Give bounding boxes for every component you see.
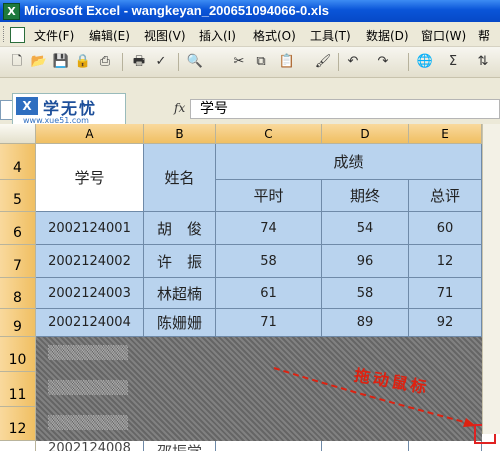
table-cell[interactable]: 71	[216, 309, 322, 337]
row-header-11[interactable]: 11	[0, 372, 36, 407]
autosum-icon[interactable]: Σ	[444, 53, 462, 71]
table-cell[interactable]	[216, 441, 322, 451]
row-header-7[interactable]: 7	[0, 245, 36, 278]
ghost-text: ▒▒▒▒▒▒▒▒	[48, 381, 128, 396]
cut-icon[interactable]: ✂	[230, 53, 248, 71]
toolbar-separator	[178, 53, 179, 71]
column-header-d[interactable]: D	[322, 124, 409, 144]
row-header-4[interactable]: 4	[0, 144, 36, 180]
row-header-6[interactable]: 6	[0, 212, 36, 245]
toolbar-separator	[338, 53, 339, 71]
header-cell-total[interactable]: 总评	[409, 180, 482, 212]
redo-icon[interactable]: ↷	[374, 53, 392, 71]
table-cell[interactable]: 许 振	[144, 245, 216, 278]
column-header-e[interactable]: E	[409, 124, 482, 144]
table-cell[interactable]: 74	[216, 212, 322, 245]
menu-grip-icon	[3, 26, 7, 42]
table-cell[interactable]: 92	[409, 309, 482, 337]
table-cell[interactable]: 2002124003	[36, 278, 144, 309]
table-cell[interactable]: 61	[216, 278, 322, 309]
research-icon[interactable]: 🔍	[186, 53, 204, 71]
formula-input[interactable]: 学号	[190, 99, 500, 119]
title-bar: X Microsoft Excel - wangkeyan_2006510940…	[0, 0, 500, 22]
watermark-logo: X 学无忧 www.xue51.com	[12, 93, 126, 127]
row-header-8[interactable]: 8	[0, 278, 36, 309]
undo-icon[interactable]: ↶	[344, 53, 362, 71]
excel-icon: X	[3, 3, 20, 20]
menu-view[interactable]: 视图(V)	[144, 27, 186, 44]
row-header-9[interactable]: 9	[0, 309, 36, 337]
hyperlink-icon[interactable]: 🌐	[416, 53, 434, 71]
row-header-10[interactable]: 10	[0, 337, 36, 372]
paste-icon[interactable]: 📋	[278, 53, 296, 71]
header-cell-score[interactable]: 成绩	[216, 144, 482, 180]
table-cell[interactable]: 2002124008	[36, 441, 144, 451]
table-cell[interactable]: 54	[322, 212, 409, 245]
ghost-text: ▒▒▒▒▒▒▒▒	[48, 346, 128, 361]
menu-bar: 文件(F) 编辑(E) 视图(V) 插入(I) 格式(O) 工具(T) 数据(D…	[0, 22, 500, 47]
row-header-12[interactable]: 12	[0, 407, 36, 441]
table-cell[interactable]: 12	[409, 245, 482, 278]
copy-icon[interactable]: ⧉	[252, 53, 270, 71]
table-cell[interactable]: 胡 俊	[144, 212, 216, 245]
table-cell[interactable]: 58	[216, 245, 322, 278]
menu-data[interactable]: 数据(D)	[366, 27, 409, 44]
menu-edit[interactable]: 编辑(E)	[89, 27, 130, 44]
save-icon[interactable]: 💾	[52, 53, 70, 71]
open-icon[interactable]: 📂	[30, 53, 48, 71]
print-preview-icon[interactable]: 🖶	[130, 53, 148, 71]
print-icon[interactable]: ⎙	[96, 53, 114, 71]
column-header-b[interactable]: B	[144, 124, 216, 144]
header-cell-regular[interactable]: 平时	[216, 180, 322, 212]
header-cell-final[interactable]: 期终	[322, 180, 409, 212]
vertical-scrollbar[interactable]	[482, 124, 500, 434]
window-title: Microsoft Excel - wangkeyan_200651094066…	[24, 3, 329, 18]
fx-icon[interactable]: fx	[174, 101, 185, 115]
table-cell[interactable]: 2002124002	[36, 245, 144, 278]
table-cell[interactable]: 2002124001	[36, 212, 144, 245]
table-cell[interactable]: 2002124004	[36, 309, 144, 337]
permission-icon[interactable]: 🔒	[74, 53, 92, 71]
table-cell[interactable]	[322, 441, 409, 451]
table-cell[interactable]: 58	[322, 278, 409, 309]
table-cell[interactable]: 60	[409, 212, 482, 245]
new-icon[interactable]: 🗋	[8, 53, 26, 71]
menu-help[interactable]: 帮	[478, 27, 490, 44]
menu-window[interactable]: 窗口(W)	[421, 27, 466, 44]
toolbar-separator	[408, 53, 409, 71]
sort-icon[interactable]: ⇅	[474, 53, 492, 71]
toolbar-separator	[122, 53, 123, 71]
table-cell[interactable]: 陈姗姗	[144, 309, 216, 337]
column-header-c[interactable]: C	[216, 124, 322, 144]
row-header-5[interactable]: 5	[0, 180, 36, 212]
header-cell-id[interactable]: 学号	[36, 144, 144, 212]
table-cell[interactable]: 71	[409, 278, 482, 309]
workbook-icon[interactable]	[10, 27, 25, 43]
column-header-a[interactable]: A	[36, 124, 144, 144]
menu-file[interactable]: 文件(F)	[34, 27, 74, 44]
row-header-13[interactable]	[0, 441, 36, 451]
table-cell[interactable]: 89	[322, 309, 409, 337]
table-cell[interactable]: 邵振学	[144, 441, 216, 451]
table-cell[interactable]	[409, 441, 482, 451]
spelling-icon[interactable]: ✓	[152, 53, 170, 71]
menu-tools[interactable]: 工具(T)	[310, 27, 351, 44]
format-painter-icon[interactable]: 🖌	[314, 53, 332, 71]
menu-format[interactable]: 格式(O)	[253, 27, 296, 44]
standard-toolbar: 🗋 📂 💾 🔒 ⎙ 🖶 ✓ 🔍 ✂ ⧉ 📋 🖌 ↶ ↷ 🌐 Σ ⇅	[0, 47, 500, 78]
table-cell[interactable]: 林超楠	[144, 278, 216, 309]
logo-icon: X	[16, 97, 38, 115]
ghost-text: ▒▒▒▒▒▒▒▒	[48, 416, 128, 431]
select-all-corner[interactable]	[0, 124, 36, 144]
menu-insert[interactable]: 插入(I)	[199, 27, 236, 44]
header-cell-name[interactable]: 姓名	[144, 144, 216, 212]
spreadsheet-grid: A B C D E 4 5 6 7 8 9 10 11 12 学号 姓名 成绩 …	[0, 124, 500, 451]
table-cell[interactable]: 96	[322, 245, 409, 278]
